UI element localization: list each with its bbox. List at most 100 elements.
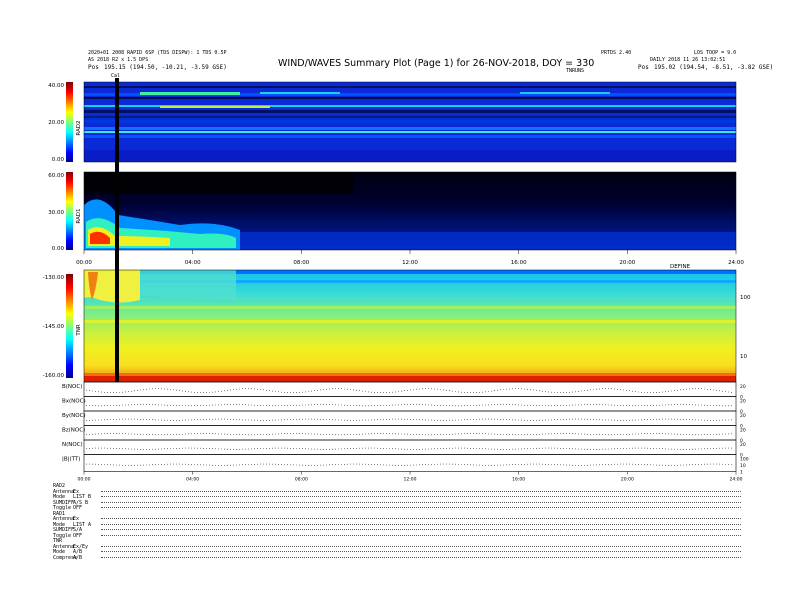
rad2-burst: [140, 92, 240, 95]
tnr-ylabel: TNR: [76, 324, 82, 336]
mag-xtick-label: 04:00: [186, 477, 199, 483]
mag-xtick-label: 24:00: [730, 477, 743, 483]
status-row-dots: [101, 490, 741, 493]
mag-row-trace: [86, 463, 732, 466]
status-row-value: A/B: [73, 554, 83, 561]
status-row-dots: [101, 545, 741, 548]
status-row-dots: [101, 556, 741, 559]
tnr-colorbar: [66, 274, 73, 378]
status-row-dots: [101, 529, 741, 531]
mag-row-right-tick: 20: [740, 413, 746, 419]
rad2-colorbar: [66, 82, 73, 162]
rad1-xtick-label: 20:00: [619, 260, 635, 266]
status-row-value: OFF: [73, 505, 83, 511]
rad2-band: [84, 116, 736, 118]
mag-xticks: 00:00 04:00 08:00 12:00 16:00 20:00 24:00: [78, 471, 743, 483]
rad1-xtick-label: 04:00: [185, 260, 201, 266]
mag-xtick-label: 00:00: [78, 477, 91, 483]
mag-row-frame: [83, 425, 737, 441]
rad1-colorbar: [66, 172, 73, 250]
rad2-band: [84, 86, 736, 88]
mag-row-label: |B|(TT): [62, 457, 80, 463]
mag-xtick-label: 20:00: [621, 477, 634, 483]
mag-row-label: B(NOC): [62, 384, 82, 390]
mag-row-frame: [83, 454, 737, 472]
rad2-band: [84, 97, 736, 99]
mag-panel: B(NOC) 200Bx(NOC) 200By(NOC) 200Bz(NOC) 200N…: [62, 381, 749, 476]
rad1-panel: 60.00 30.00 0.00 RAD1 00:00 04:00 08:00 12:…: [48, 171, 744, 270]
status-row-dots: [101, 551, 741, 553]
rad1-xticks: 00:00 04:00 08:00 12:00 16:00 20:00 24:00: [76, 250, 744, 266]
rad1-ytick: 30.00: [48, 210, 64, 216]
tnr-burst: [140, 270, 236, 300]
mag-row-right-tick: 20: [740, 399, 746, 405]
tnr-ytick: -145.00: [43, 324, 65, 330]
mag-row-right-tick: 20: [740, 384, 746, 390]
rad1-xtick-label: 00:00: [76, 260, 92, 266]
mag-row-right-tick: 1: [740, 470, 743, 476]
rad2-band: [84, 131, 736, 133]
mag-row-frame: [83, 439, 737, 455]
mag-row-label: Bz(NOC): [62, 428, 85, 434]
tnr-band: [84, 320, 736, 323]
mag-row-trace: [86, 447, 732, 450]
rad2-band: [84, 135, 736, 138]
tnr-band: [84, 298, 736, 302]
rad2-panel: 40.00 20.00 0.00 RAD2: [48, 81, 737, 163]
mag-row-right-tick: 20: [740, 442, 746, 448]
mag-row-frame: [83, 381, 737, 397]
status-block: RAD2 Antenna Ex Mode LIST B SUMDIFF A/S B Toggl…: [53, 483, 743, 603]
tnr-band: [84, 306, 736, 309]
rad2-burst: [160, 106, 270, 108]
rad2-band: [84, 110, 736, 113]
status-row-dots: [101, 507, 741, 509]
rad2-band: [84, 120, 736, 123]
status-row-value: OFF: [73, 532, 83, 539]
mag-row-frame: [83, 410, 737, 426]
rad1-band: [84, 172, 354, 194]
mag-row-label: Bx(NOC): [62, 399, 86, 405]
mag-row-label: N(NOC): [62, 442, 83, 448]
mag-row-trace: [86, 418, 732, 421]
rad2-ytick: 0.00: [52, 157, 65, 163]
mag-xtick-label: 08:00: [295, 477, 308, 483]
mag-row-frame: [83, 396, 737, 412]
rad1-band: [240, 232, 736, 250]
mag-xtick-label: 16:00: [512, 477, 525, 483]
tnr-right-tick: 100: [740, 295, 751, 301]
status-row-dots: [101, 523, 741, 526]
mag-xtick-label: 12:00: [404, 477, 417, 483]
rad2-ytick: 20.00: [48, 120, 64, 126]
tnr-panel: -130.00 -145.00 -160.00 TNR 100 10: [43, 269, 751, 383]
status-row-dots: [101, 518, 741, 520]
status-row-dots: [101, 501, 741, 504]
tnr-ytick: -160.00: [43, 373, 65, 379]
mag-row-trace: [86, 388, 732, 393]
mag-row-right-tick: 100: [740, 457, 749, 463]
status-row-dots: [101, 534, 741, 537]
mag-row-trace: [86, 404, 732, 407]
rad2-band: [84, 127, 736, 130]
cal-marker-line: [115, 78, 119, 382]
rad1-ytick: 60.00: [48, 173, 64, 179]
rad2-band: [84, 150, 736, 162]
rad1-xtick-label: 24:00: [728, 260, 744, 266]
tnr-band: [84, 376, 736, 382]
rad1-xtick-label: 08:00: [293, 260, 309, 266]
mag-row-label: By(NOC): [62, 413, 86, 419]
tnr-band: [84, 373, 736, 376]
rad2-ytick: 40.00: [48, 83, 64, 89]
mag-row-trace: [86, 433, 732, 436]
status-row-dots: [101, 496, 741, 498]
rad1-xtick-label: 12:00: [402, 260, 418, 266]
rad2-burst: [520, 92, 610, 94]
rad2-burst: [260, 92, 340, 94]
rad1-ytick: 0.00: [52, 246, 65, 252]
tnr-right-tick: 10: [740, 354, 747, 360]
rad1-xtick-label: 16:00: [511, 260, 527, 266]
mag-row-right-tick: 20: [740, 428, 746, 434]
rad1-ylabel: RAD1: [76, 208, 82, 223]
rad2-ylabel: RAD2: [76, 120, 82, 135]
tnr-ytick: -130.00: [43, 275, 65, 281]
mag-row-right-tick: 10: [740, 463, 746, 469]
